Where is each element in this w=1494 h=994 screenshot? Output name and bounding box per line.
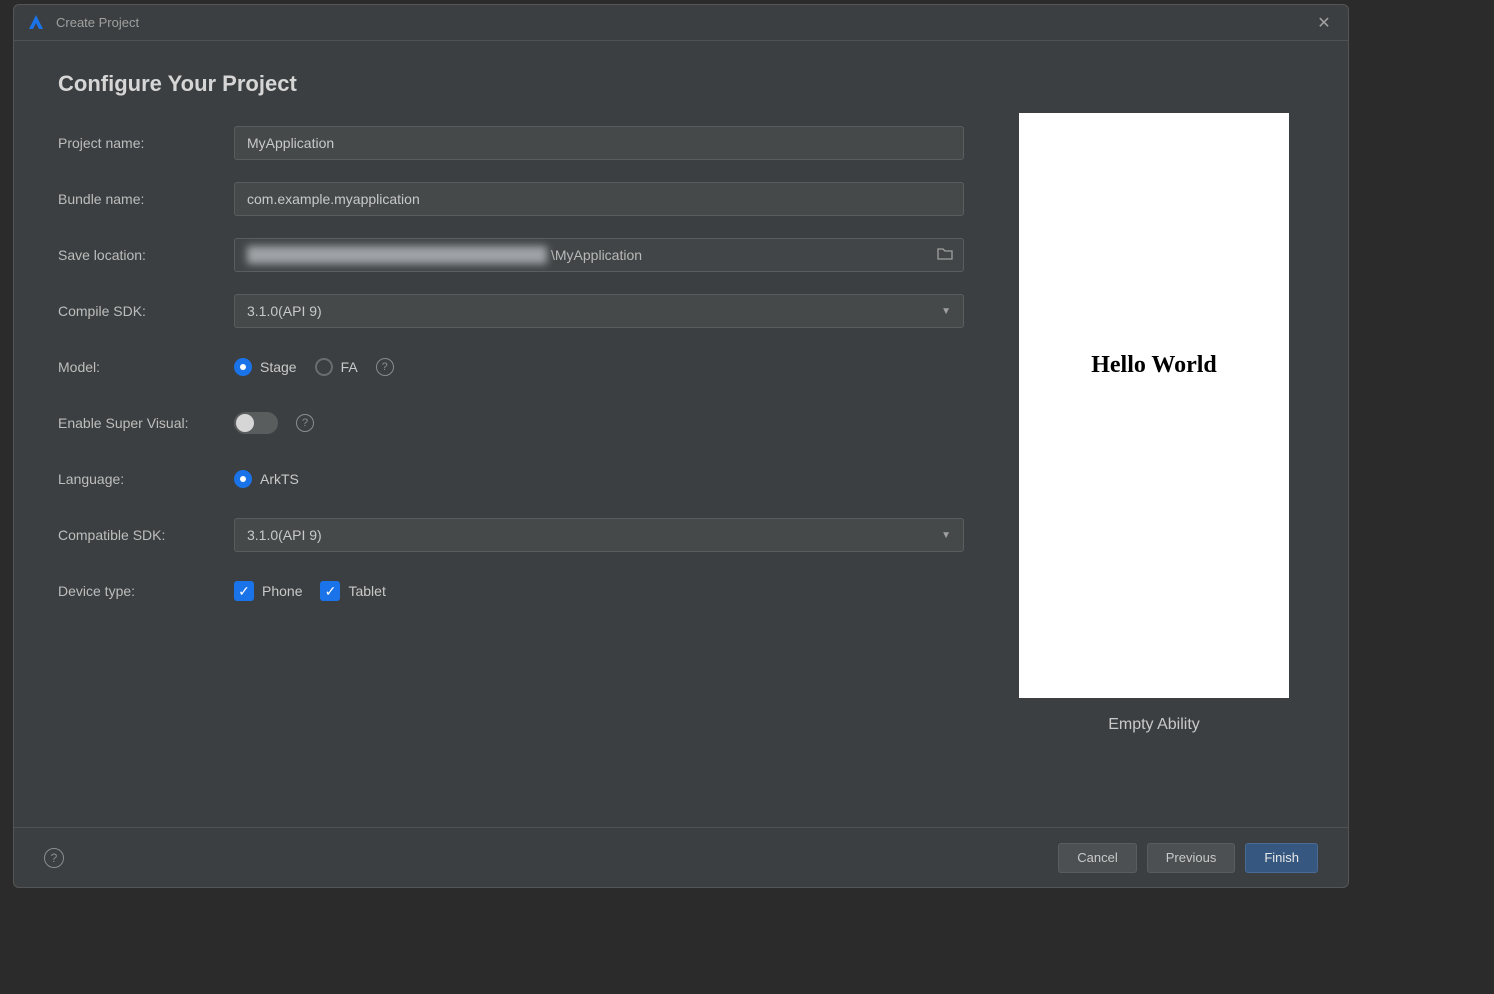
row-project-name: Project name: <box>58 125 964 161</box>
radio-dot-icon <box>234 470 252 488</box>
compatible-sdk-select[interactable]: 3.1.0(API 9) ▼ <box>234 518 964 552</box>
super-visual-toggle[interactable] <box>234 412 278 434</box>
previous-button[interactable]: Previous <box>1147 843 1236 873</box>
chevron-down-icon: ▼ <box>941 530 951 541</box>
preview-text: Hello World <box>1091 352 1217 379</box>
device-option-phone: Phone <box>262 583 302 599</box>
footer-buttons: Cancel Previous Finish <box>1058 843 1318 873</box>
toggle-knob <box>236 414 254 432</box>
label-compatible-sdk: Compatible SDK: <box>58 527 234 543</box>
label-project-name: Project name: <box>58 135 234 151</box>
checkbox-check-icon: ✓ <box>320 581 340 601</box>
bundle-name-input[interactable] <box>234 182 964 216</box>
language-radio-arkts[interactable]: ArkTS <box>234 470 299 488</box>
help-icon[interactable]: ? <box>376 358 394 376</box>
label-device-type: Device type: <box>58 583 234 599</box>
finish-button[interactable]: Finish <box>1245 843 1318 873</box>
label-compile-sdk: Compile SDK: <box>58 303 234 319</box>
row-super-visual: Enable Super Visual: ? <box>58 405 964 441</box>
save-location-suffix: \MyApplication <box>551 247 642 263</box>
model-option-fa: FA <box>341 359 358 375</box>
label-save-location: Save location: <box>58 247 234 263</box>
model-radio-stage[interactable]: Stage <box>234 358 297 376</box>
create-project-dialog: Create Project ✕ Configure Your Project … <box>13 4 1349 888</box>
help-icon[interactable]: ? <box>296 414 314 432</box>
row-language: Language: ArkTS <box>58 461 964 497</box>
radio-dot-icon <box>315 358 333 376</box>
preview-panel: Hello World Empty Ability <box>1004 71 1304 817</box>
row-device-type: Device type: ✓ Phone ✓ Tablet <box>58 573 964 609</box>
folder-icon[interactable] <box>937 247 953 264</box>
dialog-content: Configure Your Project Project name: Bun… <box>14 41 1348 827</box>
language-option-arkts: ArkTS <box>260 471 299 487</box>
device-checkbox-phone[interactable]: ✓ Phone <box>234 581 302 601</box>
page-title: Configure Your Project <box>58 71 964 97</box>
row-compile-sdk: Compile SDK: 3.1.0(API 9) ▼ <box>58 293 964 329</box>
row-model: Model: Stage FA ? <box>58 349 964 385</box>
label-super-visual: Enable Super Visual: <box>58 415 234 431</box>
label-model: Model: <box>58 359 234 375</box>
label-language: Language: <box>58 471 234 487</box>
model-option-stage: Stage <box>260 359 297 375</box>
preview-canvas: Hello World <box>1019 113 1289 698</box>
chevron-down-icon: ▼ <box>941 306 951 317</box>
model-radio-fa[interactable]: FA <box>315 358 358 376</box>
dialog-title: Create Project <box>56 15 139 30</box>
titlebar: Create Project ✕ <box>14 5 1348 41</box>
cancel-button[interactable]: Cancel <box>1058 843 1136 873</box>
save-location-input[interactable]: \MyApplication <box>234 238 964 272</box>
row-compatible-sdk: Compatible SDK: 3.1.0(API 9) ▼ <box>58 517 964 553</box>
form-panel: Configure Your Project Project name: Bun… <box>58 71 1004 817</box>
preview-caption: Empty Ability <box>1108 716 1200 734</box>
label-bundle-name: Bundle name: <box>58 191 234 207</box>
compile-sdk-value: 3.1.0(API 9) <box>247 303 322 319</box>
radio-dot-icon <box>234 358 252 376</box>
row-save-location: Save location: \MyApplication <box>58 237 964 273</box>
row-bundle-name: Bundle name: <box>58 181 964 217</box>
device-checkbox-tablet[interactable]: ✓ Tablet <box>320 581 385 601</box>
checkbox-check-icon: ✓ <box>234 581 254 601</box>
close-icon[interactable]: ✕ <box>1312 11 1336 35</box>
device-option-tablet: Tablet <box>348 583 385 599</box>
app-logo-icon <box>26 13 46 33</box>
compatible-sdk-value: 3.1.0(API 9) <box>247 527 322 543</box>
obscured-path <box>247 246 547 264</box>
compile-sdk-select[interactable]: 3.1.0(API 9) ▼ <box>234 294 964 328</box>
project-name-input[interactable] <box>234 126 964 160</box>
help-icon[interactable]: ? <box>44 848 64 868</box>
dialog-footer: ? Cancel Previous Finish <box>14 827 1348 887</box>
